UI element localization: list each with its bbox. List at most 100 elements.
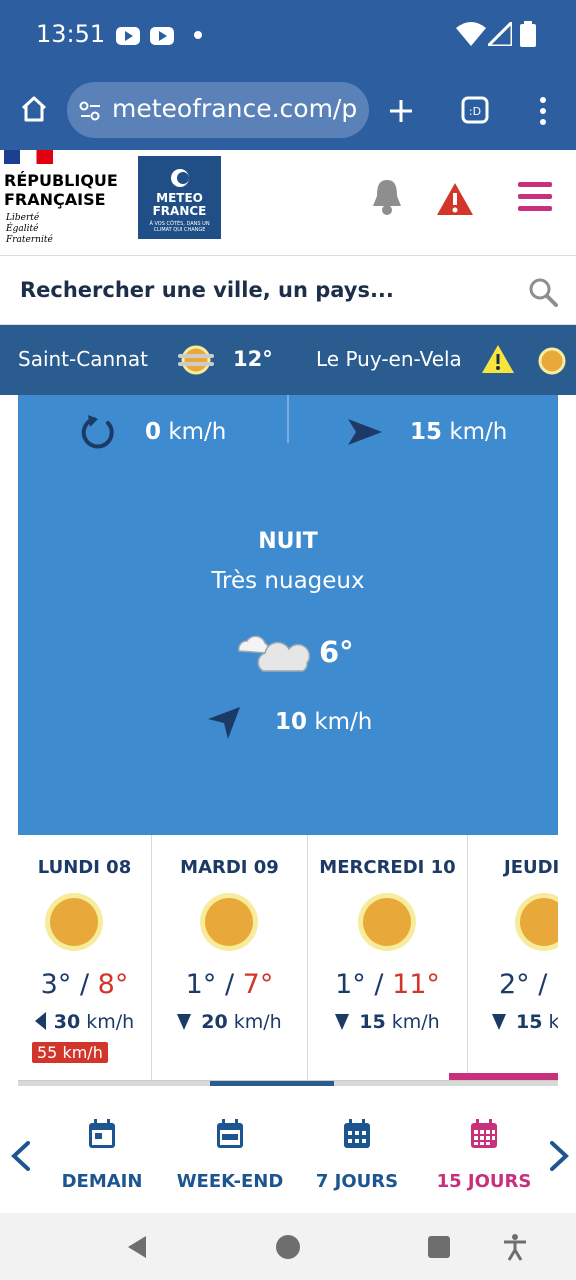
temp-min: 1°: [335, 969, 366, 1000]
warning-icon[interactable]: [436, 182, 474, 216]
wind-direction-arrow-icon: [177, 1014, 192, 1030]
wind-direction-arrow-icon: [492, 1014, 506, 1030]
wind-right-unit: km/h: [449, 419, 508, 445]
yellow-warning-icon: [482, 345, 514, 373]
period-label: NUIT: [258, 529, 318, 554]
daily-forecast-carousel[interactable]: LUNDI 08 3° / 8° 30 km/h 55 km/h MARDI 0…: [18, 835, 558, 1081]
favorite-city-item[interactable]: Saint-Cannat: [18, 347, 148, 371]
day-wind: 20 km/h: [152, 1011, 307, 1033]
wind-unit: km/h: [233, 1011, 282, 1033]
wind-direction-arrow-icon: [348, 419, 382, 445]
day-name: MARDI 09: [180, 857, 279, 878]
temp-max: 7°: [242, 969, 274, 1000]
back-icon[interactable]: [126, 1235, 148, 1259]
signal-icon: [488, 22, 512, 46]
recents-icon[interactable]: [428, 1236, 450, 1258]
temp-separator: /: [79, 969, 90, 1000]
status-time: 13:51: [36, 20, 106, 48]
temp-min: 3°: [40, 969, 72, 1000]
new-tab-icon[interactable]: [387, 97, 415, 125]
wind-unit: km/h: [549, 1011, 559, 1033]
search-box[interactable]: Rechercher une ville, un pays...: [0, 257, 576, 325]
home-nav-icon[interactable]: [275, 1234, 301, 1260]
panel-wind-unit: km/h: [314, 709, 373, 735]
period-tab-bar: DEMAIN WEEK-END 7 JOURS 15 JOURS: [0, 1099, 576, 1213]
chevron-left-icon[interactable]: [10, 1141, 32, 1171]
republique-francaise-logo[interactable]: RÉPUBLIQUE FRANÇAISE: [4, 171, 118, 209]
wind-direction-arrow-icon: [34, 1012, 46, 1030]
wind-unit: km/h: [391, 1011, 440, 1033]
tab-label: 15 JOURS: [436, 1171, 532, 1192]
wind-right-value: 15: [410, 419, 443, 445]
motto-egalite: Égalité: [6, 224, 39, 234]
tab-label: 7 JOURS: [315, 1171, 399, 1192]
temp-max: 11°: [392, 969, 440, 1000]
wind-value: 15: [516, 1011, 543, 1033]
tab-week-end[interactable]: WEEK-END: [175, 1119, 285, 1192]
tab-demain[interactable]: DEMAIN: [52, 1119, 152, 1192]
bell-icon[interactable]: [370, 178, 404, 216]
overflow-menu-icon[interactable]: [538, 96, 548, 126]
panel-wind-speed: 10 km/h: [275, 709, 372, 735]
home-icon[interactable]: [20, 95, 48, 123]
panel-temperature: 6°: [319, 635, 354, 669]
temp-separator: /: [224, 969, 235, 1000]
sun-haze-icon: [178, 345, 214, 375]
calendar-week-icon: [344, 1119, 370, 1148]
tab-15-jours[interactable]: 15 JOURS: [434, 1119, 534, 1192]
wifi-icon: [456, 22, 486, 46]
chevron-right-icon[interactable]: [548, 1141, 570, 1171]
gust-badge: 55 km/h: [32, 1042, 108, 1063]
day-name: MERCREDI 10: [319, 857, 456, 878]
wind-value: 15: [359, 1011, 386, 1033]
wind-direction-arrow-icon: [208, 707, 240, 739]
day-card[interactable]: JEUDI 2° / 15 km/h: [468, 835, 559, 1080]
tab-switcher-icon[interactable]: :D: [461, 96, 489, 124]
tab-label: DEMAIN: [61, 1171, 143, 1192]
meteo-france-logo[interactable]: METEO FRANCE À VOS CÔTÉS, DANS UN CLIMAT…: [138, 156, 221, 239]
temp-min: 2°: [499, 969, 530, 1000]
day-card[interactable]: MARDI 09 1° / 7° 20 km/h: [152, 835, 308, 1080]
tab-7-jours[interactable]: 7 JOURS: [307, 1119, 407, 1192]
carousel-scrollbar-thumb[interactable]: [210, 1081, 334, 1086]
search-icon[interactable]: [528, 277, 558, 307]
meteo-france-logo-icon: [170, 169, 189, 187]
search-input[interactable]: Rechercher une ville, un pays...: [20, 278, 394, 302]
day-wind: 15 km/h: [308, 1011, 467, 1033]
calendar-month-icon: [471, 1119, 497, 1148]
tab-label: WEEK-END: [176, 1171, 284, 1192]
favorite-city-item[interactable]: Le Puy-en-Vela: [316, 347, 462, 371]
active-period-indicator: [449, 1073, 558, 1080]
marianne-logo: [4, 150, 53, 164]
day-card[interactable]: LUNDI 08 3° / 8° 30 km/h 55 km/h: [18, 835, 152, 1080]
sun-icon: [538, 347, 566, 375]
temp-max: 8°: [97, 969, 129, 1000]
site-header: RÉPUBLIQUE FRANÇAISE Liberté Égalité Fra…: [0, 150, 576, 256]
accessibility-icon[interactable]: [503, 1233, 527, 1261]
address-bar[interactable]: meteofrance.com/p: [67, 82, 369, 138]
favorite-city-temp: 12°: [233, 347, 273, 371]
mf-tagline: À VOS CÔTÉS, DANS UN CLIMAT QUI CHANGE: [149, 221, 210, 233]
day-name: LUNDI 08: [37, 857, 132, 878]
favorite-city-name: Saint-Cannat: [18, 347, 148, 371]
day-temps: 1° / 7°: [152, 969, 307, 1000]
url-text: meteofrance.com/p: [112, 94, 358, 123]
favorite-cities-bar: Saint-Cannat 12° Le Puy-en-Vela: [0, 325, 576, 395]
system-navigation-bar: [0, 1213, 576, 1280]
very-cloudy-icon: [238, 635, 311, 672]
wind-unit: km/h: [86, 1011, 135, 1033]
status-bar: 13:51: [0, 0, 576, 72]
calendar-day-icon: [89, 1119, 115, 1148]
day-name: JEUDI: [504, 857, 558, 878]
motto-liberte: Liberté: [6, 213, 40, 223]
hamburger-menu-icon[interactable]: [518, 182, 552, 212]
site-settings-icon[interactable]: [79, 100, 101, 122]
panel-wind-value: 10: [275, 709, 308, 735]
wind-left-unit: km/h: [168, 419, 227, 445]
day-card[interactable]: MERCREDI 10 1° / 11° 15 km/h: [308, 835, 468, 1080]
day-temps: 1° / 11°: [308, 969, 467, 1000]
temp-min: 1°: [185, 969, 217, 1000]
sun-icon: [50, 898, 98, 946]
day-temps: 3° / 8°: [18, 969, 151, 1000]
wind-value: 20: [201, 1011, 228, 1033]
